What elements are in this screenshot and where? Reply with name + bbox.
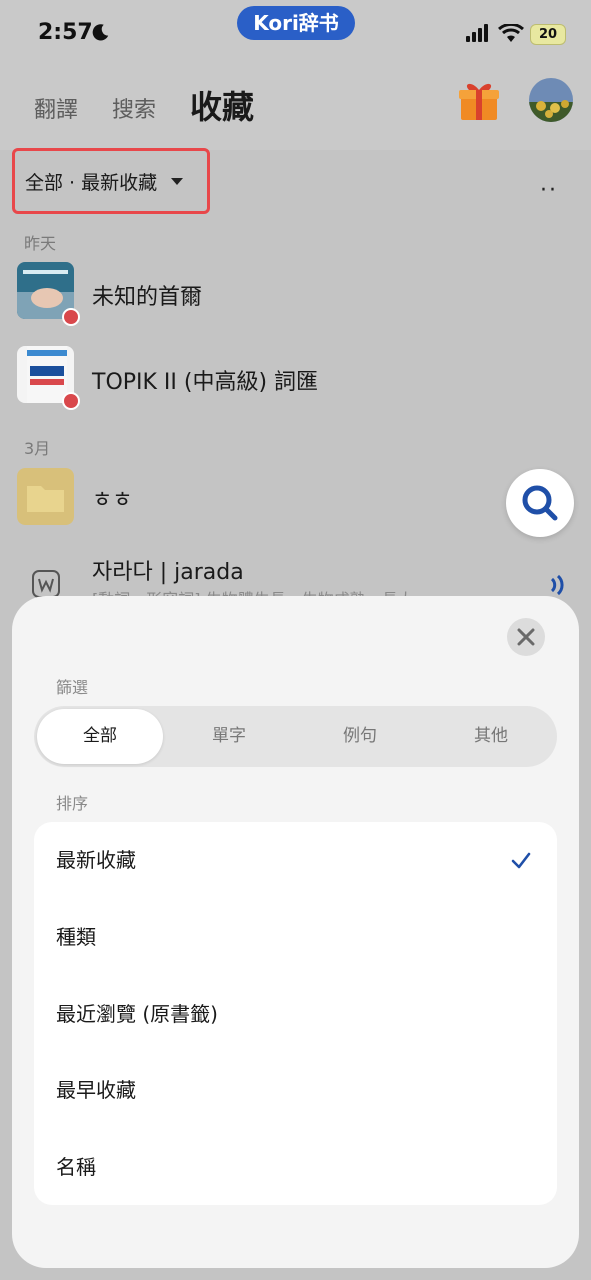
sort-heading: 排序 [56,794,89,813]
status-bar: 2:57 Kori辞书 20 [0,0,591,70]
more-options-button[interactable]: ·· [540,178,558,203]
filter-heading: 篩選 [56,678,89,697]
filter-segmented-control: 全部 單字 例句 其他 [34,706,557,767]
tab-search[interactable]: 搜索 [112,92,156,128]
gift-icon[interactable] [457,78,501,122]
section-label: 昨天 [24,234,57,253]
filter-option-sentences[interactable]: 例句 [297,709,423,764]
close-button[interactable] [507,618,545,656]
tab-translate[interactable]: 翻譯 [34,92,78,128]
top-tabs: 翻譯 搜索 收藏 [34,82,254,128]
section-label: 3月 [24,439,51,458]
app-name-badge: Kori辞书 [237,6,355,40]
chevron-down-icon [171,177,184,185]
filter-sort-button[interactable]: 全部 · 最新收藏 [12,148,210,214]
item-title: ㅎㅎ [92,488,133,513]
close-icon [517,628,535,646]
word-icon [32,570,60,598]
sort-option-newest[interactable]: 最新收藏 [56,825,536,895]
item-title: TOPIK II (中高級) 詞匯 [92,370,319,395]
favorite-badge [62,392,80,410]
folder-icon [17,468,74,525]
filter-option-words[interactable]: 單字 [166,709,292,764]
signal-icon [466,24,488,42]
search-icon [522,485,558,521]
audio-icon[interactable] [548,574,566,596]
status-time: 2:57 [38,20,93,45]
check-icon [511,852,531,869]
sort-options-list: 最新收藏 種類 最近瀏覽 (原書籤) 最早收藏 名稱 [34,822,557,1205]
wifi-icon [498,24,524,42]
sort-option-recently-viewed[interactable]: 最近瀏覽 (原書籤) [56,979,536,1049]
filter-sort-label: 全部 · 最新收藏 [25,171,158,194]
sort-option-name[interactable]: 名稱 [56,1132,536,1202]
tab-favorites[interactable]: 收藏 [190,82,254,128]
item-title: 未知的首爾 [92,285,203,310]
list-item[interactable]: 未知的首爾 [0,262,591,332]
sort-option-type[interactable]: 種類 [56,902,536,972]
search-button[interactable] [506,469,574,537]
list-item[interactable]: TOPIK II (中高級) 詞匯 [0,346,591,416]
filter-option-other[interactable]: 其他 [428,709,554,764]
battery-indicator: 20 [530,24,566,45]
list-item[interactable]: ㅎㅎ [0,468,591,538]
avatar[interactable] [529,78,573,122]
moon-icon [92,24,109,41]
sort-option-oldest[interactable]: 最早收藏 [56,1055,536,1125]
item-title: 자라다 | jarada [92,560,244,585]
filter-option-all[interactable]: 全部 [37,709,163,764]
favorite-badge [62,308,80,326]
